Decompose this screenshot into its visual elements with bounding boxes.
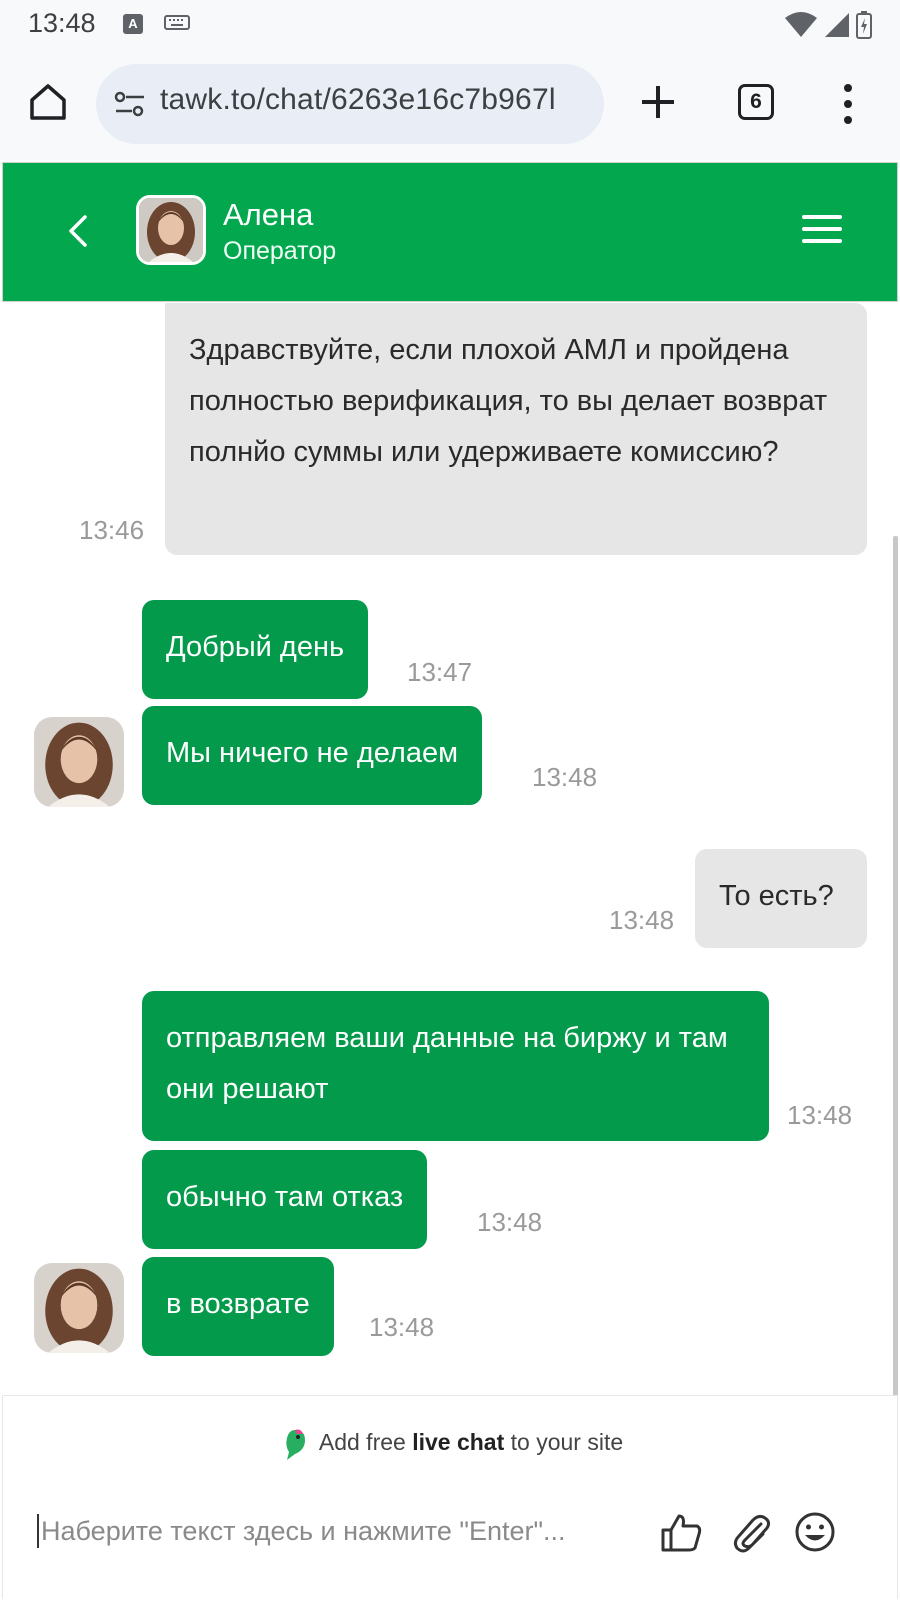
keyboard-a-icon: A	[123, 14, 143, 34]
input-placeholder: Наберите текст здесь и нажмите "Enter"..…	[41, 1516, 566, 1546]
message-list[interactable]: Здравствуйте, если плохой АМЛ и пройдена…	[2, 303, 898, 1395]
agent-avatar	[34, 1263, 124, 1353]
paperclip-icon[interactable]	[729, 1510, 773, 1554]
agent-avatar	[34, 717, 124, 807]
message-text: То есть?	[719, 880, 834, 912]
status-bar: 13:48 A	[0, 0, 900, 50]
message-time: 13:48	[609, 905, 675, 935]
plus-icon[interactable]	[638, 82, 678, 122]
message-time: 13:48	[477, 1207, 543, 1237]
message-text: отправляем ваши данные на биржу и там он…	[166, 1022, 728, 1105]
wifi-icon	[785, 12, 817, 37]
url-bar[interactable]: tawk.to/chat/6263e16c7b967l	[96, 64, 604, 144]
branding-link[interactable]: Add free live chat to your site	[3, 1426, 899, 1462]
emoji-icon[interactable]	[793, 1510, 837, 1554]
tabs-icon[interactable]: 6	[738, 84, 774, 120]
branding-bold: live chat	[412, 1429, 505, 1456]
agent-message: в возврате	[142, 1257, 334, 1356]
battery-icon	[856, 11, 872, 39]
keyboard-icon	[164, 15, 190, 30]
text-caret	[37, 1514, 39, 1548]
agent-role: Оператор	[223, 237, 337, 265]
agent-message: Мы ничего не делаем	[142, 706, 483, 805]
more-vert-icon[interactable]	[838, 82, 858, 126]
message-time: 13:48	[787, 1100, 853, 1130]
agent-message: отправляем ваши данные на биржу и там он…	[142, 991, 769, 1141]
back-icon[interactable]	[61, 207, 97, 255]
signal-icon	[825, 13, 849, 37]
home-icon[interactable]	[26, 80, 70, 124]
url-text: tawk.to/chat/6263e16c7b967l	[160, 83, 556, 116]
hamburger-icon[interactable]	[800, 211, 844, 247]
message-time: 13:46	[79, 515, 145, 545]
message-text: Здравствуйте, если плохой АМЛ и пройдена…	[189, 334, 828, 468]
status-time: 13:48	[28, 8, 96, 38]
parrot-logo-icon	[286, 1429, 305, 1460]
status-icons	[784, 11, 872, 39]
message-input[interactable]: Наберите текст здесь и нажмите "Enter"..…	[37, 1502, 657, 1562]
message-time: 13:47	[407, 657, 473, 687]
agent-name: Алена	[223, 197, 314, 232]
message-time: 13:48	[532, 762, 598, 792]
scrollbar[interactable]	[893, 536, 898, 1395]
agent-message: Добрый день	[142, 600, 369, 699]
branding-suffix: to your site	[510, 1429, 624, 1456]
visitor-message: Здравствуйте, если плохой АМЛ и пройдена…	[165, 303, 867, 555]
branding-prefix: Add free	[318, 1429, 406, 1456]
site-settings-icon[interactable]	[114, 90, 146, 118]
message-text: Мы ничего не делаем	[166, 737, 459, 769]
browser-toolbar: tawk.to/chat/6263e16c7b967l 6	[0, 50, 900, 160]
message-time: 13:48	[369, 1312, 435, 1342]
chat-footer: Add free live chat to your site Наберите…	[2, 1395, 898, 1599]
message-text: обычно там отказ	[166, 1181, 404, 1213]
thumbs-up-icon[interactable]	[659, 1510, 703, 1554]
message-text: Добрый день	[166, 631, 345, 663]
visitor-message: То есть?	[695, 849, 867, 948]
message-text: в возврате	[166, 1288, 310, 1320]
agent-message: обычно там отказ	[142, 1150, 428, 1249]
agent-avatar	[136, 195, 206, 265]
chat-header: Алена Оператор	[2, 162, 898, 302]
